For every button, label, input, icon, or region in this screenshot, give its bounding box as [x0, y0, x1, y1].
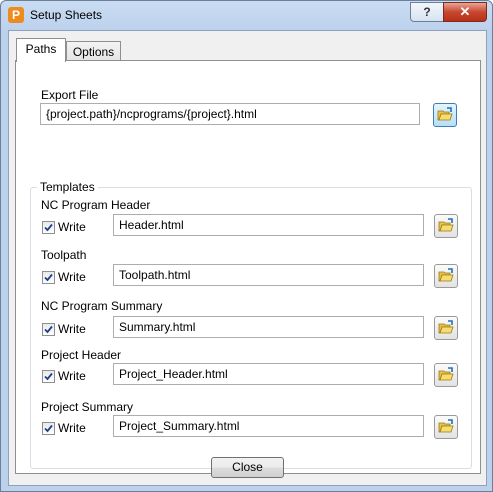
project-header-input[interactable]: Project_Header.html — [113, 363, 424, 385]
toolpath-input[interactable]: Toolpath.html — [113, 264, 424, 286]
paths-tab-panel: Export File {project.path}/ncprograms/{p… — [15, 60, 481, 474]
tab-options[interactable]: Options — [66, 41, 121, 62]
open-folder-icon — [438, 419, 454, 433]
project-summary-write-checkbox[interactable] — [42, 422, 55, 435]
open-folder-icon — [437, 107, 453, 121]
window-title: Setup Sheets — [30, 8, 103, 22]
tab-paths[interactable]: Paths — [16, 38, 66, 62]
close-button[interactable]: Close — [211, 457, 284, 478]
open-folder-icon — [438, 218, 454, 232]
nc-program-header-write-label: Write — [58, 220, 86, 234]
toolpath-browse-button[interactable] — [434, 264, 458, 288]
checkmark-icon — [44, 223, 53, 232]
project-summary-input[interactable]: Project_Summary.html — [113, 415, 424, 437]
open-folder-icon — [438, 268, 454, 282]
nc-program-header-input[interactable]: Header.html — [113, 214, 424, 236]
project-header-write-checkbox[interactable] — [42, 370, 55, 383]
dialog-client-area: Paths Options Export File {project.path}… — [8, 30, 487, 486]
title-bar[interactable]: P Setup Sheets ? ✕ — [1, 1, 492, 29]
setup-sheets-dialog: P Setup Sheets ? ✕ Paths Options Export … — [0, 0, 493, 492]
project-summary-write-label: Write — [58, 421, 86, 435]
toolpath-write-label: Write — [58, 270, 86, 284]
open-folder-icon — [438, 367, 454, 381]
window-close-button[interactable]: ✕ — [443, 2, 487, 22]
help-button[interactable]: ? — [410, 2, 444, 22]
project-header-label: Project Header — [41, 348, 122, 362]
templates-group-title: Templates — [37, 180, 98, 194]
nc-program-summary-write-checkbox[interactable] — [42, 323, 55, 336]
nc-program-summary-browse-button[interactable] — [434, 316, 458, 340]
nc-program-summary-label: NC Program Summary — [41, 299, 163, 313]
project-header-write-label: Write — [58, 369, 86, 383]
toolpath-label: Toolpath — [41, 248, 87, 262]
nc-program-header-label: NC Program Header — [41, 198, 151, 212]
checkmark-icon — [44, 273, 53, 282]
open-folder-icon — [438, 320, 454, 334]
checkmark-icon — [44, 372, 53, 381]
toolpath-write-checkbox[interactable] — [42, 271, 55, 284]
export-file-input[interactable]: {project.path}/ncprograms/{project}.html — [40, 103, 420, 125]
export-file-browse-button[interactable] — [433, 103, 457, 127]
nc-program-header-write-checkbox[interactable] — [42, 221, 55, 234]
nc-program-header-browse-button[interactable] — [434, 214, 458, 238]
nc-program-summary-write-label: Write — [58, 322, 86, 336]
app-logo-icon: P — [8, 7, 24, 23]
project-summary-label: Project Summary — [41, 400, 134, 414]
checkmark-icon — [44, 424, 53, 433]
export-file-label: Export File — [41, 88, 99, 102]
project-summary-browse-button[interactable] — [434, 415, 458, 439]
checkmark-icon — [44, 325, 53, 334]
project-header-browse-button[interactable] — [434, 363, 458, 387]
nc-program-summary-input[interactable]: Summary.html — [113, 316, 424, 338]
